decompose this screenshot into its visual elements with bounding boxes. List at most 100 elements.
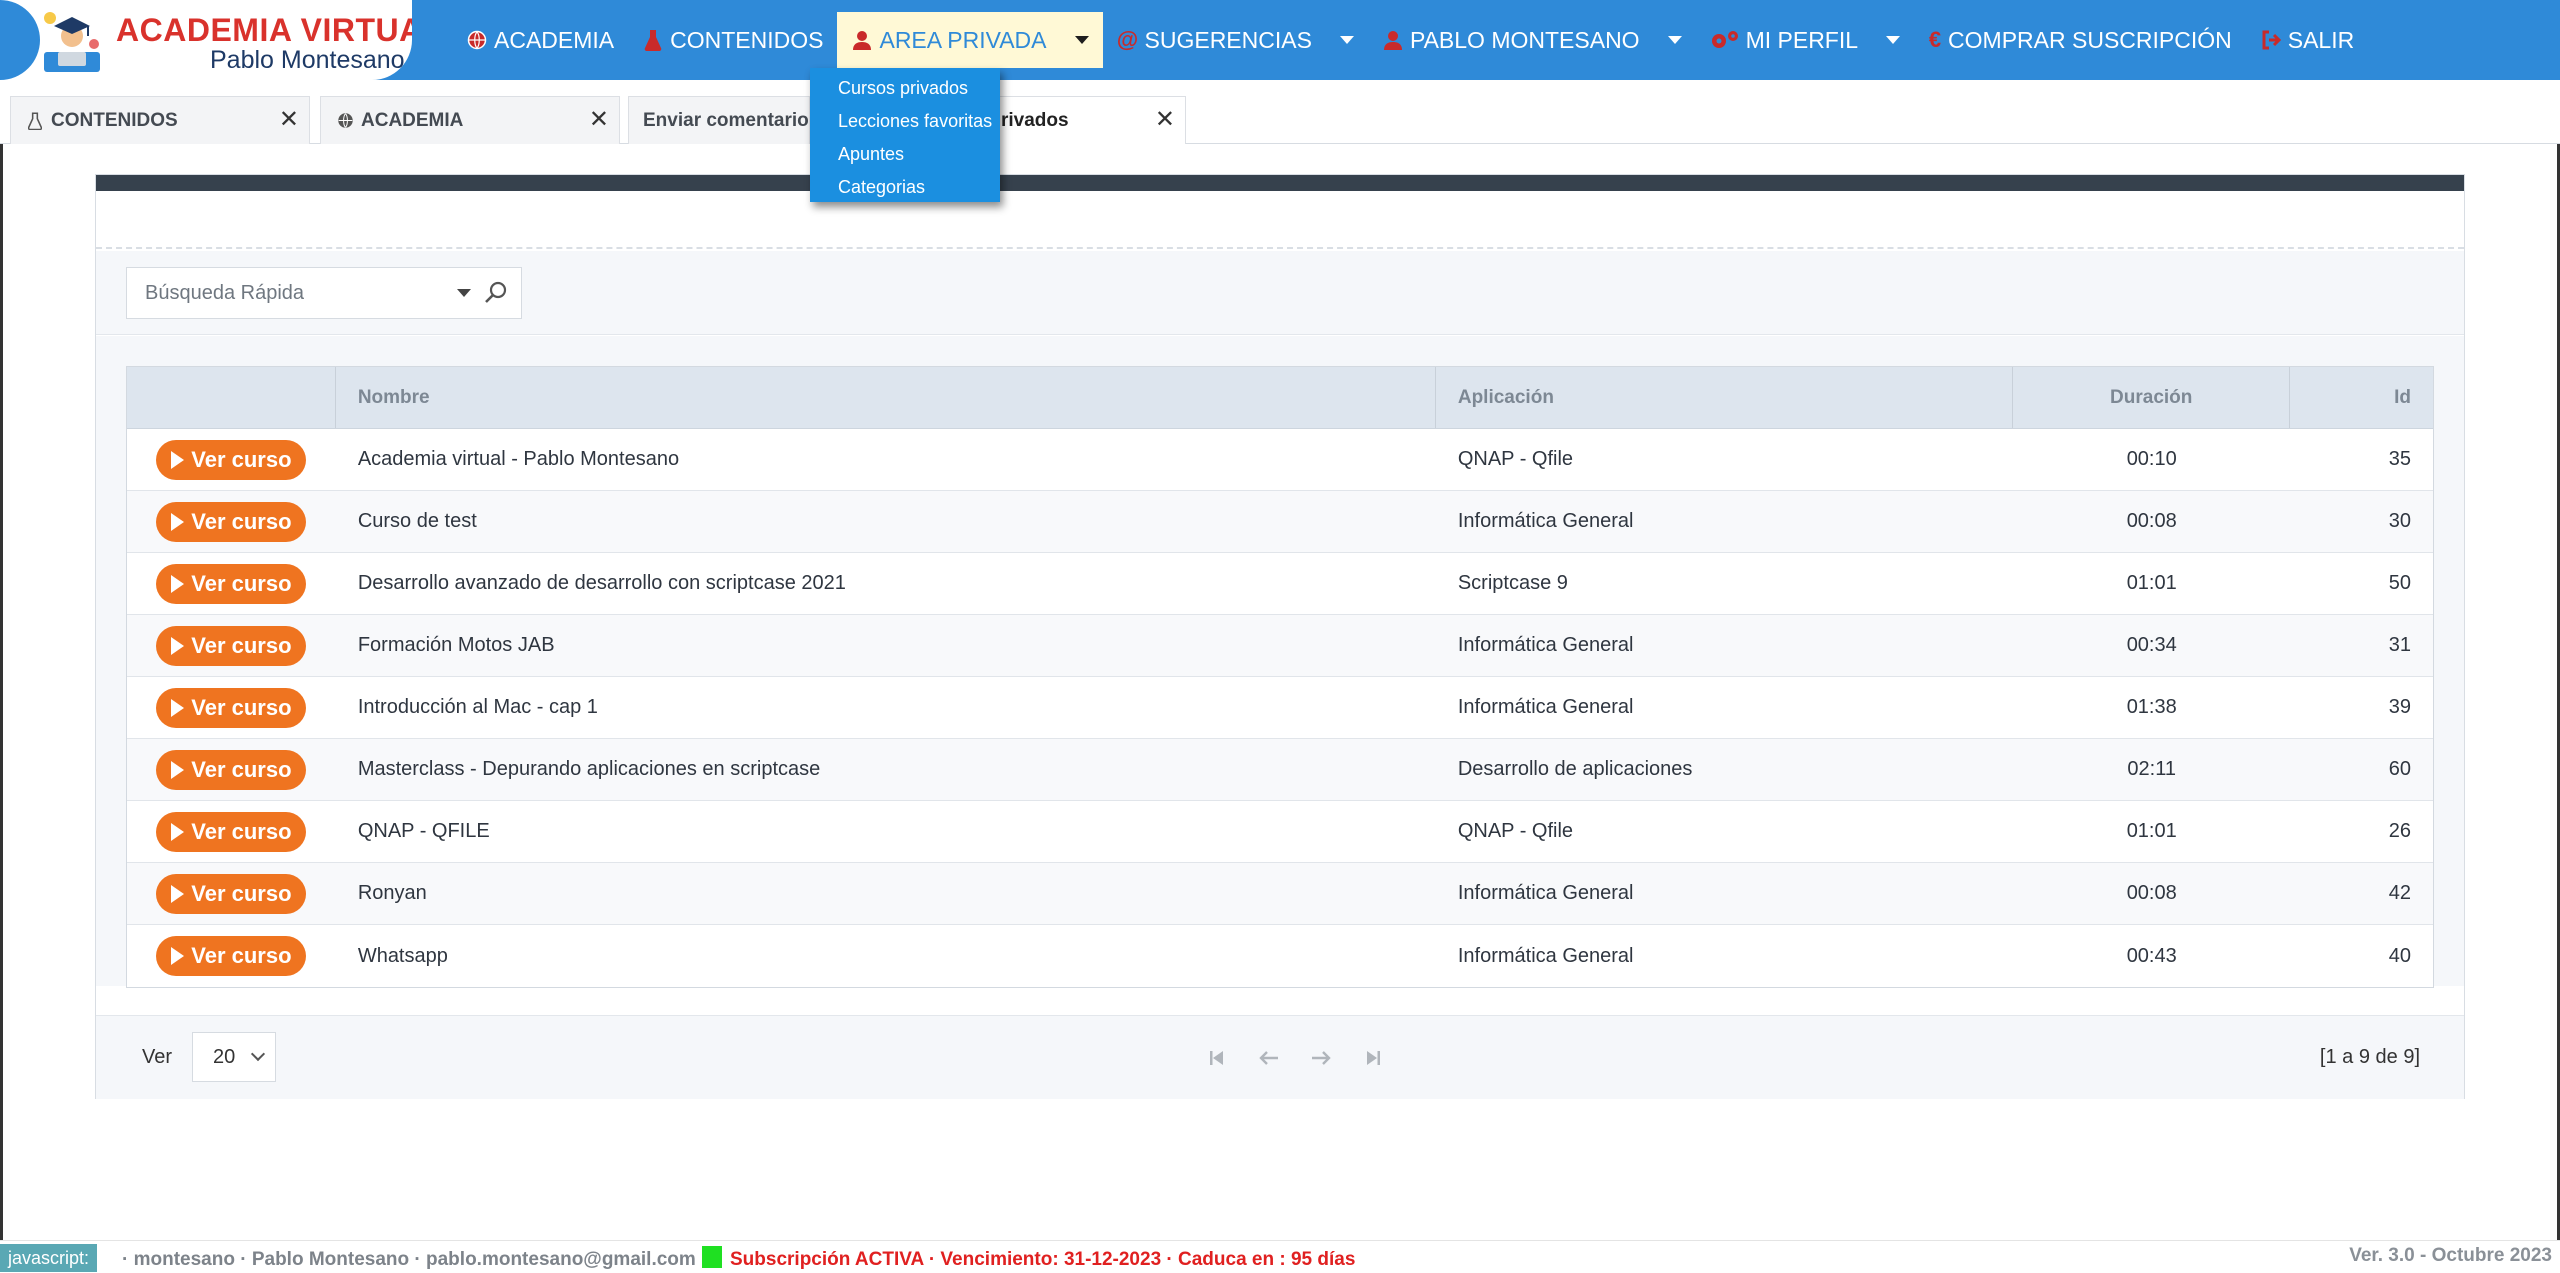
page-size-value: 20 xyxy=(213,1045,236,1068)
courses-table: Nombre Aplicación Duración Id Ver curso A… xyxy=(126,366,2434,988)
logout-icon xyxy=(2260,29,2282,51)
courses-panel: Búsqueda Rápida Nombre Aplicación Duraci… xyxy=(95,174,2465,1099)
link-preview: javascript: xyxy=(0,1244,98,1272)
action-cell: Ver curso xyxy=(127,863,336,924)
panel-header-bar xyxy=(96,175,2464,191)
ver-curso-label: Ver curso xyxy=(191,694,292,720)
cell-nombre: Formación Motos JAB xyxy=(357,634,555,656)
table-row: Ver curso QNAP - QFILE QNAP - Qfile 01:01 26 xyxy=(127,801,2433,863)
table-row: Ver curso Whatsapp Informática General 00:4… xyxy=(127,925,2433,987)
dropdown-item-cursos-privados[interactable]: Cursos privados xyxy=(810,72,1000,105)
cell-id: 39 xyxy=(2388,696,2411,718)
chevron-down-icon xyxy=(250,1046,266,1062)
chevron-down-icon xyxy=(1074,36,1089,44)
action-cell: Ver curso xyxy=(127,491,336,552)
table-row: Ver curso Introducción al Mac - cap 1 Info… xyxy=(127,677,2433,739)
ver-curso-button[interactable]: Ver curso xyxy=(156,687,307,728)
cell-aplicacion: QNAP - Qfile xyxy=(1457,448,1574,470)
first-page-icon[interactable] xyxy=(1191,1043,1243,1073)
cell-aplicacion: QNAP - Qfile xyxy=(1457,820,1574,842)
column-header-id[interactable]: Id xyxy=(2290,367,2433,428)
cell-id: 60 xyxy=(2388,758,2411,780)
close-icon[interactable]: ✕ xyxy=(1155,108,1175,132)
at-icon: @ xyxy=(1116,27,1139,52)
close-icon[interactable]: ✕ xyxy=(279,108,299,132)
cell-nombre: Academia virtual - Pablo Montesano xyxy=(357,448,680,470)
ver-curso-button[interactable]: Ver curso xyxy=(156,439,307,480)
subscription-info: Subscripción ACTIVA · Vencimiento: 31-12… xyxy=(730,1249,1356,1270)
cell-id: 35 xyxy=(2388,448,2411,470)
play-icon xyxy=(171,884,185,903)
play-icon xyxy=(171,574,185,593)
quick-search[interactable]: Búsqueda Rápida xyxy=(126,267,522,319)
dropdown-item-categorias[interactable]: Categorias xyxy=(810,171,1000,204)
cell-duracion: 01:38 xyxy=(2126,696,2177,718)
main-menu: ACADEMIA CONTENIDOS AREA PRIVADA @ SUGER… xyxy=(452,0,2368,80)
last-page-icon[interactable] xyxy=(1347,1043,1399,1073)
play-icon xyxy=(171,760,185,779)
panel-header xyxy=(96,191,2464,249)
ver-curso-button[interactable]: Ver curso xyxy=(156,501,307,542)
dropdown-item-lecciones-favoritas[interactable]: Lecciones favoritas xyxy=(810,105,1000,138)
logo-accent xyxy=(0,0,40,80)
search-icon[interactable] xyxy=(481,278,511,308)
column-header-nombre[interactable]: Nombre xyxy=(336,367,1436,428)
column-header-duracion[interactable]: Duración xyxy=(2013,367,2291,428)
prev-page-icon[interactable] xyxy=(1243,1043,1295,1073)
grid-container: Nombre Aplicación Duración Id Ver curso A… xyxy=(96,336,2464,988)
menu-academia[interactable]: ACADEMIA xyxy=(452,12,628,68)
menu-mi-perfil[interactable]: MI PERFIL xyxy=(1696,12,1914,68)
logo[interactable]: ACADEMIA VIRTUAL Pablo Montesano xyxy=(0,0,412,80)
window-border-left xyxy=(0,144,3,1240)
status-bar: javascript: · montesano · Pablo Montesan… xyxy=(0,1240,2560,1273)
ver-curso-button[interactable]: Ver curso xyxy=(156,811,307,852)
chevron-down-icon[interactable] xyxy=(457,289,471,297)
play-icon xyxy=(171,698,185,717)
tab-enviar-comentario[interactable]: Enviar comentario xyxy=(628,96,810,144)
menu-area-privada[interactable]: AREA PRIVADA xyxy=(837,12,1103,68)
ver-curso-label: Ver curso xyxy=(191,880,292,906)
close-icon[interactable]: ✕ xyxy=(589,108,609,132)
cell-duracion: 00:08 xyxy=(2126,882,2177,904)
dropdown-item-apuntes[interactable]: Apuntes xyxy=(810,138,1000,171)
ver-curso-label: Ver curso xyxy=(191,943,292,968)
ver-curso-button[interactable]: Ver curso xyxy=(156,749,307,790)
ver-curso-button[interactable]: Ver curso xyxy=(156,625,307,666)
play-icon xyxy=(171,512,185,531)
cell-id: 42 xyxy=(2388,882,2411,904)
action-cell: Ver curso xyxy=(127,739,336,800)
menu-usuario-label: PABLO MONTESANO xyxy=(1409,26,1640,53)
menu-sugerencias[interactable]: @ SUGERENCIAS xyxy=(1103,12,1368,68)
chevron-down-icon xyxy=(1667,36,1682,44)
ver-curso-button[interactable]: Ver curso xyxy=(156,873,307,914)
cell-duracion: 00:34 xyxy=(2126,634,2177,656)
menu-contenidos[interactable]: CONTENIDOS xyxy=(628,12,837,68)
pagination-bar: Ver 20 [1 a 9 de 9] xyxy=(96,1015,2464,1099)
menu-comprar-suscripcion[interactable]: € COMPRAR SUSCRIPCIÓN xyxy=(1914,12,2246,68)
table-row: Ver curso Desarrollo avanzado de desarrol… xyxy=(127,553,2433,615)
page-size-select[interactable]: 20 xyxy=(192,1032,276,1082)
tab-contenidos[interactable]: CONTENIDOS ✕ xyxy=(10,96,310,144)
column-header-aplicacion[interactable]: Aplicación xyxy=(1436,367,2014,428)
menu-salir[interactable]: SALIR xyxy=(2246,12,2368,68)
play-icon xyxy=(171,822,185,841)
globe-icon xyxy=(466,29,488,51)
cell-aplicacion: Informática General xyxy=(1457,634,1634,656)
globe-icon xyxy=(335,111,355,131)
table-row: Ver curso Curso de test Informática Genera… xyxy=(127,491,2433,553)
menu-usuario[interactable]: PABLO MONTESANO xyxy=(1368,12,1696,68)
chevron-down-icon xyxy=(1886,36,1901,44)
menu-comprar-suscripcion-label: COMPRAR SUSCRIPCIÓN xyxy=(1948,26,2232,53)
play-icon xyxy=(171,947,185,965)
next-page-icon[interactable] xyxy=(1295,1043,1347,1073)
cell-aplicacion: Informática General xyxy=(1457,944,1634,967)
tab-academia-label: ACADEMIA xyxy=(361,109,464,131)
tab-cursos-privados-label: rivados xyxy=(1001,109,1069,131)
ver-curso-button[interactable]: Ver curso xyxy=(156,936,307,976)
logo-title: ACADEMIA VIRTUAL xyxy=(116,12,412,48)
menu-contenidos-label: CONTENIDOS xyxy=(670,26,824,53)
action-cell: Ver curso xyxy=(127,925,336,987)
tab-academia[interactable]: ACADEMIA ✕ xyxy=(320,96,620,144)
cell-nombre: Desarrollo avanzado de desarrollo con sc… xyxy=(357,572,846,594)
ver-curso-button[interactable]: Ver curso xyxy=(156,563,307,604)
